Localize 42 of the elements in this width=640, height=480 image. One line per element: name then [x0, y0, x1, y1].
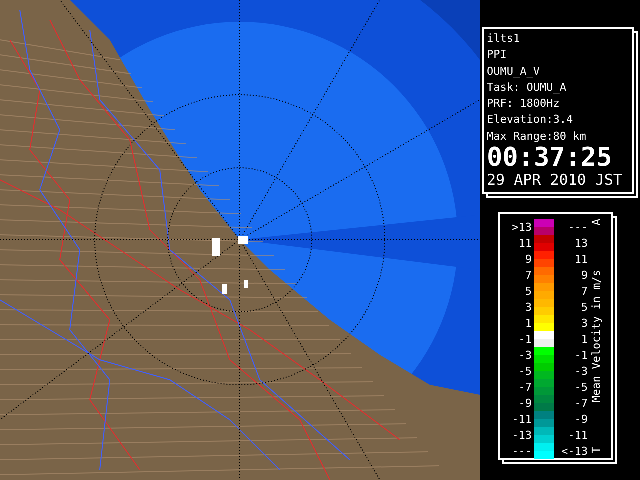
info-line: Max Range:80 km: [487, 128, 588, 145]
legend-label: -13: [511, 428, 533, 442]
legend-label: ---: [567, 220, 588, 234]
info-line: PPI: [487, 47, 508, 64]
info-line: OUMU_A_V: [487, 64, 541, 80]
legend-label: 1: [580, 332, 588, 346]
legend-label: -11: [567, 428, 588, 442]
legend-label: -5: [518, 364, 533, 378]
legend-label: 3: [580, 316, 588, 330]
info-line: Elevation:3.4: [487, 112, 574, 128]
info-line: Task: OUMU_A: [487, 80, 568, 96]
scan-date: 29 APR 2010 JST: [487, 171, 624, 190]
legend-label: 3: [524, 300, 533, 314]
legend-label: -7: [518, 380, 533, 394]
legend-label: >13: [511, 220, 533, 234]
legend-label: ---: [511, 444, 533, 458]
legend-label: 13: [574, 236, 588, 250]
legend-label: 1: [524, 316, 533, 330]
legend-label: 9: [580, 268, 588, 282]
legend-label: 7: [524, 268, 533, 282]
legend-label: -11: [511, 412, 533, 426]
scan-time: 00:37:25: [487, 145, 614, 172]
legend-title: Mean Velocity in m/s: [590, 270, 602, 403]
legend-label: 7: [580, 284, 588, 298]
legend-label: -1: [574, 348, 588, 362]
legend-label: -9: [574, 412, 588, 426]
legend-label: <-13: [560, 444, 588, 458]
top-mark: A: [590, 219, 602, 226]
legend-label: -9: [518, 396, 533, 410]
bottom-mark: T: [590, 447, 602, 454]
legend-label: -7: [574, 396, 588, 410]
legend-label: -1: [518, 332, 533, 346]
legend-label: 5: [580, 300, 588, 314]
legend-label: 11: [518, 236, 533, 250]
legend-label: -5: [574, 380, 588, 394]
legend-label: 5: [524, 284, 533, 298]
legend-label: 11: [574, 252, 588, 266]
info-line: ilts1: [487, 31, 522, 47]
legend-label: 9: [524, 252, 533, 266]
legend-label: -3: [574, 364, 588, 378]
info-line: PRF: 1800Hz: [487, 96, 561, 112]
legend-label: -3: [518, 348, 533, 362]
